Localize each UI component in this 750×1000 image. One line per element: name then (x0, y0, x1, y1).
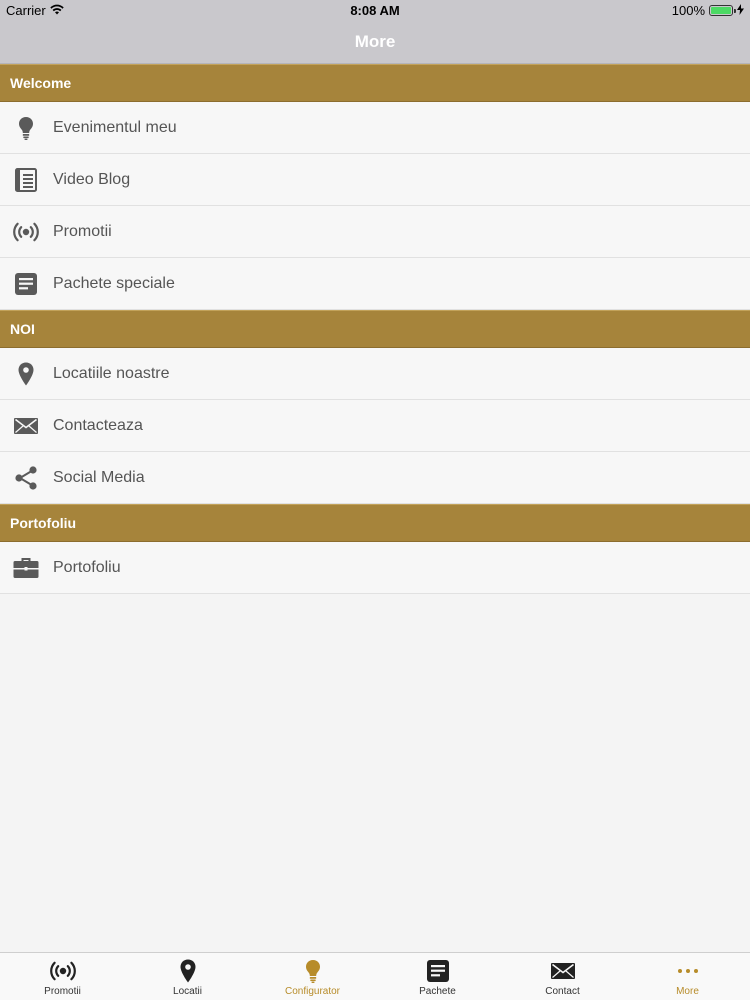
menu-row[interactable]: Locatiile noastre (0, 348, 750, 400)
broadcast-icon (49, 958, 77, 986)
menu-row[interactable]: Portofoliu (0, 542, 750, 594)
section-header: Welcome (0, 64, 750, 102)
envelope-icon (13, 413, 39, 439)
briefcase-icon (13, 555, 39, 581)
page-title: More (354, 31, 396, 51)
lightbulb-icon (299, 958, 327, 986)
menu-row-label: Portofoliu (53, 558, 121, 576)
menu-row[interactable]: Social Media (0, 452, 750, 504)
battery-tip (734, 9, 736, 13)
tab-pachete[interactable]: Pachete (375, 953, 500, 1000)
tab-label: Pachete (419, 986, 456, 997)
more-screen: Carrier 8:08 AM 100% More Welcome Evenim… (0, 0, 750, 1000)
tab-label: Configurator (284, 986, 341, 997)
tab-promotii[interactable]: Promotii (0, 953, 125, 1000)
battery-percent: 100% (671, 3, 705, 18)
menu-row-label: Evenimentul meu (53, 118, 177, 136)
more-menu-list: Welcome Evenimentul meu Video Blog Promotii… (0, 64, 750, 594)
envelope-icon (549, 958, 577, 986)
menu-row-label: Locatiile noastre (53, 364, 170, 382)
battery-fill (711, 7, 731, 14)
tab-configurator[interactable]: Configurator (250, 953, 375, 1000)
location-pin-icon (174, 958, 202, 986)
menu-row[interactable]: Video Blog (0, 154, 750, 206)
menu-row[interactable]: Promotii (0, 206, 750, 258)
tab-more[interactable]: More (625, 953, 750, 1000)
menu-row-label: Promotii (53, 222, 112, 240)
charging-bolt-icon (737, 3, 744, 18)
tab-label: More (676, 986, 699, 997)
status-bar: Carrier 8:08 AM 100% (0, 0, 750, 20)
menu-row-label: Video Blog (53, 170, 131, 188)
tab-label: Locatii (173, 986, 202, 997)
navigation-bar: More (0, 20, 750, 64)
document-icon (424, 958, 452, 986)
lightbulb-icon (13, 115, 39, 141)
status-battery-group: 100% (672, 3, 744, 18)
document-icon (13, 271, 39, 297)
section-header: Portofoliu (0, 504, 750, 542)
battery-icon (709, 5, 736, 16)
broadcast-icon (13, 219, 39, 245)
menu-row-label: Contacteaza (53, 416, 143, 434)
menu-row[interactable]: Evenimentul meu (0, 102, 750, 154)
menu-row[interactable]: Contacteaza (0, 400, 750, 452)
menu-row-label: Social Media (53, 468, 145, 486)
tab-contact[interactable]: Contact (500, 953, 625, 1000)
tab-label: Contact (545, 986, 580, 997)
tab-bar: Promotii Locatii Configurator Pachete Contac… (0, 952, 750, 1000)
location-pin-icon (13, 361, 39, 387)
tab-label: Promotii (44, 986, 81, 997)
more-dots-icon (674, 958, 702, 986)
notebook-icon (13, 167, 39, 193)
share-icon (13, 465, 39, 491)
menu-row-label: Pachete speciale (53, 274, 175, 292)
section-header: NOI (0, 310, 750, 348)
menu-row[interactable]: Pachete speciale (0, 258, 750, 310)
tab-locatii[interactable]: Locatii (125, 953, 250, 1000)
status-time: 8:08 AM (350, 3, 400, 18)
